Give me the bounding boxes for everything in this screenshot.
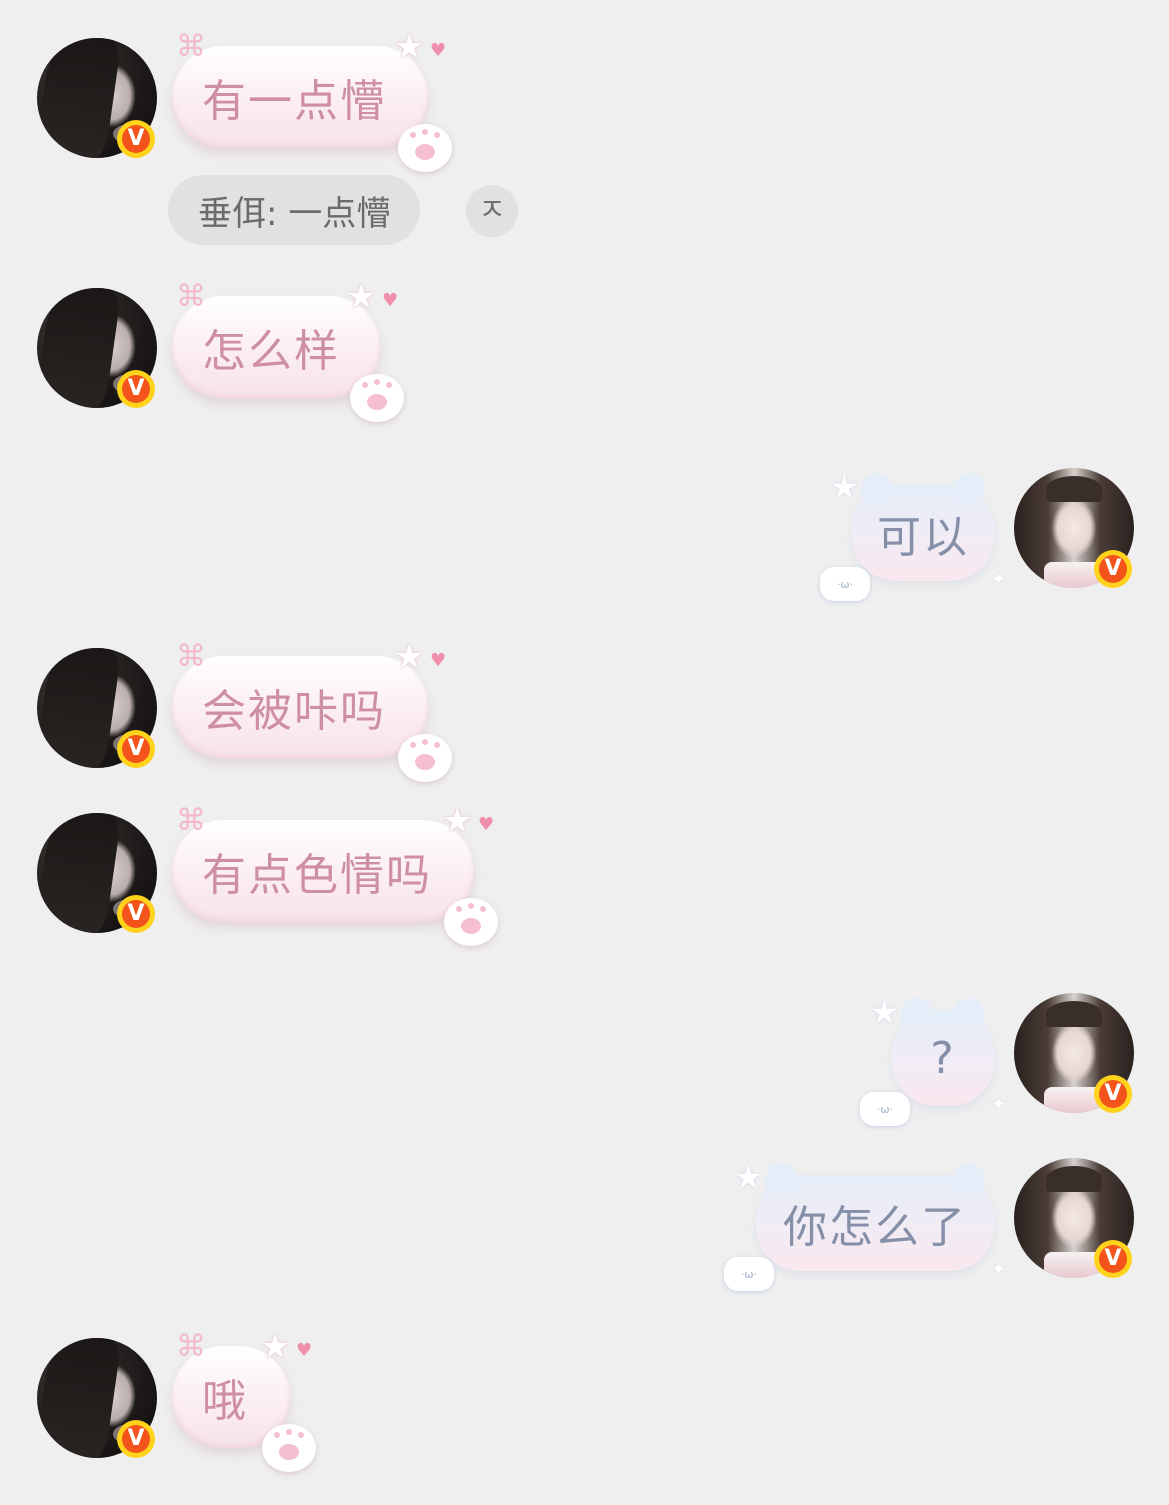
heart-decoration-icon: ♥ <box>296 1340 313 1361</box>
cat-face-icon: ·ω· <box>860 1092 910 1126</box>
bow-decoration-icon: ⌘ <box>176 803 206 838</box>
sparkle-icon: ✦ <box>990 1094 1006 1115</box>
star-decoration-icon: ★ <box>394 637 425 677</box>
bow-decoration-icon: ⌘ <box>176 279 206 314</box>
avatar-self[interactable]: V <box>1014 1158 1134 1278</box>
star-decoration-icon: ★ <box>734 1158 763 1196</box>
message-text: ? <box>930 1032 956 1084</box>
star-decoration-icon: ★ <box>870 993 899 1031</box>
avatar-contact[interactable]: V <box>37 813 157 933</box>
bow-decoration-icon: ⌘ <box>176 29 206 64</box>
paw-decoration-icon <box>444 898 498 946</box>
avatar-contact[interactable]: V <box>37 648 157 768</box>
cat-face-icon: ·ω· <box>724 1257 774 1291</box>
bow-decoration-icon: ⌘ <box>176 639 206 674</box>
paw-decoration-icon <box>398 124 452 172</box>
message-bubble-incoming[interactable]: ⌘ ★ ♥ 有一点懵 <box>172 30 452 172</box>
verified-badge-icon: V <box>117 730 155 768</box>
paw-decoration-icon <box>262 1424 316 1472</box>
heart-decoration-icon: ♥ <box>478 814 495 835</box>
message-text: 可以 <box>877 512 969 563</box>
star-decoration-icon: ★ <box>830 468 859 506</box>
verified-badge-icon: V <box>117 1420 155 1458</box>
sparkle-icon: ✦ <box>990 569 1006 590</box>
translation-result: 垂佴: 一点懵 <box>168 175 421 245</box>
verified-badge-icon: V <box>1094 550 1132 588</box>
message-text: 有一点懵 <box>202 76 386 127</box>
avatar-contact[interactable]: V <box>37 1338 157 1458</box>
message-bubble-incoming[interactable]: ⌘ ★ ♥ 哦 <box>172 1330 316 1472</box>
verified-badge-icon: V <box>117 370 155 408</box>
verified-badge-icon: V <box>1094 1075 1132 1113</box>
bow-decoration-icon: ⌘ <box>176 1329 206 1364</box>
message-text: 有点色情吗 <box>202 850 432 901</box>
message-bubble-incoming[interactable]: ⌘ ★ ♥ 怎么样 <box>172 280 404 422</box>
message-bubble-outgoing[interactable]: ★ ? ·ω· ✦ <box>860 996 1006 1126</box>
collapse-arrow-icon[interactable]: ㅈ <box>466 185 518 237</box>
message-bubble-incoming[interactable]: ⌘ ★ ♥ 会被咔吗 <box>172 640 452 782</box>
heart-decoration-icon: ♥ <box>430 40 447 61</box>
star-decoration-icon: ★ <box>394 27 425 67</box>
avatar-self[interactable]: V <box>1014 468 1134 588</box>
heart-decoration-icon: ♥ <box>430 650 447 671</box>
message-bubble-outgoing[interactable]: ★ 你怎么了 ·ω· ✦ <box>724 1161 1006 1291</box>
paw-decoration-icon <box>398 734 452 782</box>
message-text: 怎么样 <box>202 326 340 377</box>
avatar-contact[interactable]: V <box>37 288 157 408</box>
message-bubble-incoming[interactable]: ⌘ ★ ♥ 有点色情吗 <box>172 804 498 946</box>
translation-text: 垂佴: 一点懵 <box>198 193 391 234</box>
message-bubble-outgoing[interactable]: ★ 可以 ·ω· ✦ <box>820 471 1006 601</box>
heart-decoration-icon: ♥ <box>382 290 399 311</box>
message-text: 你怎么了 <box>783 1202 967 1253</box>
verified-badge-icon: V <box>117 120 155 158</box>
avatar-contact[interactable]: V <box>37 38 157 158</box>
sparkle-icon: ✦ <box>990 1259 1006 1280</box>
message-text: 哦 <box>202 1376 248 1427</box>
star-decoration-icon: ★ <box>442 801 473 841</box>
verified-badge-icon: V <box>117 895 155 933</box>
message-text: 会被咔吗 <box>202 686 386 737</box>
paw-decoration-icon <box>350 374 404 422</box>
avatar-self[interactable]: V <box>1014 993 1134 1113</box>
verified-badge-icon: V <box>1094 1240 1132 1278</box>
cat-face-icon: ·ω· <box>820 567 870 601</box>
star-decoration-icon: ★ <box>260 1327 291 1367</box>
star-decoration-icon: ★ <box>346 277 377 317</box>
